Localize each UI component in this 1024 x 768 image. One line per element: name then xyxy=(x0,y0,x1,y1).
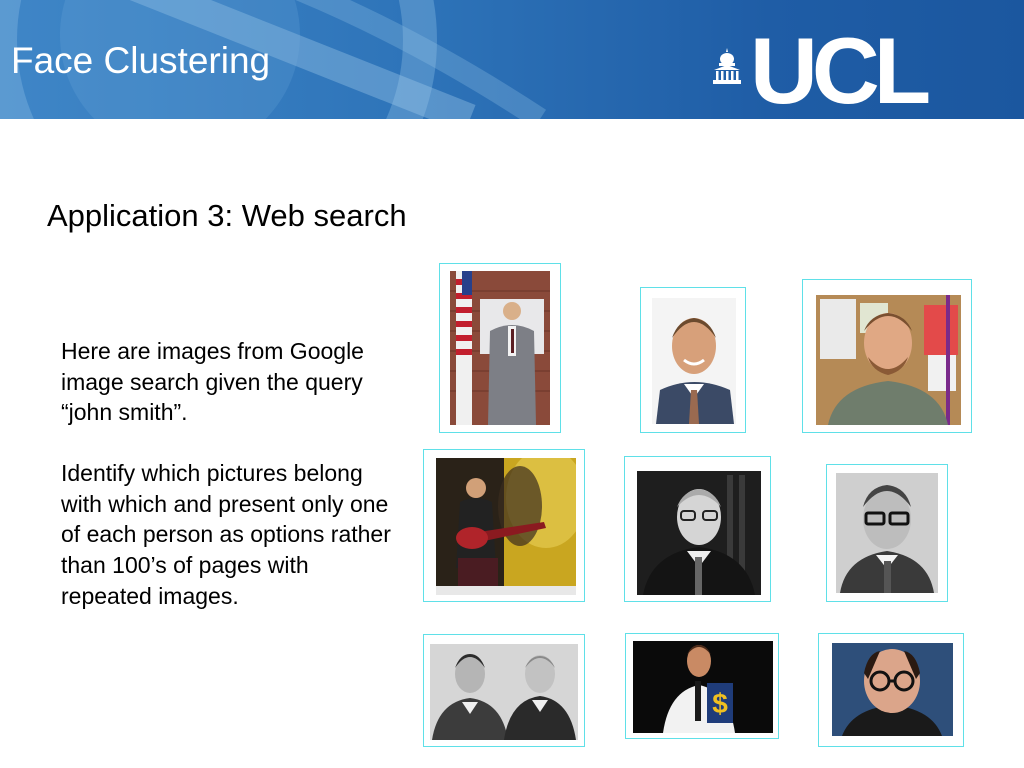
ucl-logo: UCL xyxy=(712,24,972,119)
older-man-glasses-image xyxy=(836,473,938,593)
header-banner: Face Clustering UCL xyxy=(0,0,1024,119)
slide-title: Face Clustering xyxy=(11,40,271,81)
man-with-flag-image xyxy=(450,271,550,425)
bearded-man-image xyxy=(816,295,961,425)
photo-man-dollar-shirt: $ xyxy=(625,633,779,739)
photo-bald-man-glasses xyxy=(818,633,964,747)
photo-guitarist xyxy=(423,449,585,602)
man-glasses-desk-image xyxy=(637,471,761,595)
two-men-image xyxy=(430,644,578,740)
photo-smiling-man xyxy=(640,287,746,433)
photo-man-glasses-desk xyxy=(624,456,771,602)
bald-man-glasses-image xyxy=(832,643,953,736)
task-paragraph: Identify which pictures belong with whic… xyxy=(61,460,391,609)
photo-bearded-man xyxy=(802,279,972,433)
slide-subtitle: Application 3: Web search xyxy=(47,198,407,233)
man-dollar-shirt-image: $ xyxy=(633,641,773,733)
dollar-sign-icon: $ xyxy=(712,688,728,719)
description-paragraph: Here are images from Google image search… xyxy=(61,338,364,426)
photo-two-men xyxy=(423,634,585,747)
portico-icon xyxy=(713,48,741,84)
logo-text: UCL xyxy=(750,18,931,119)
photo-older-man-glasses xyxy=(826,464,948,602)
guitarist-image xyxy=(436,458,576,595)
smiling-man-image xyxy=(652,298,736,424)
photo-man-with-flag xyxy=(439,263,561,433)
